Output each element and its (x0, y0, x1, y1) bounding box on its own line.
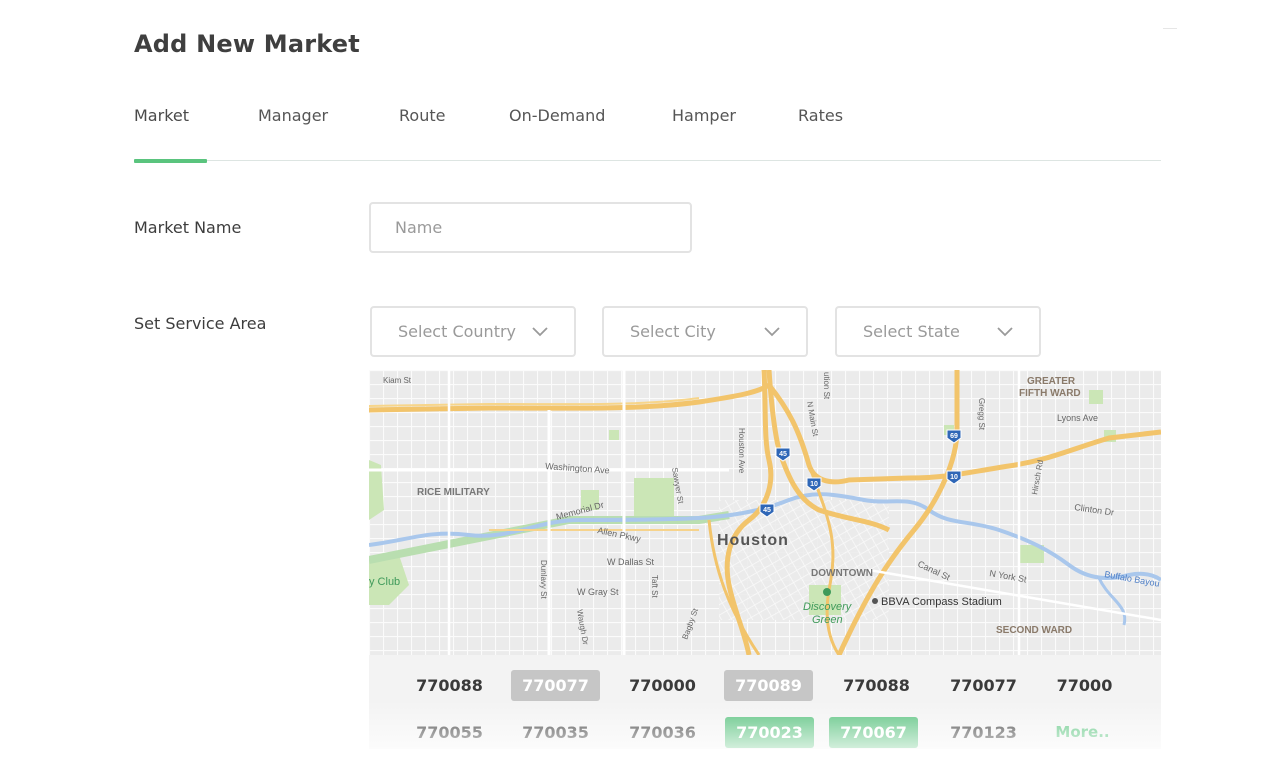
service-area-label: Set Service Area (134, 314, 267, 333)
tab-hamper[interactable]: Hamper (672, 106, 736, 125)
chevron-down-icon (764, 326, 780, 336)
map-label-downtown: DOWNTOWN (811, 568, 873, 579)
tab-on-demand[interactable]: On-Demand (509, 106, 605, 125)
map-label-dunlavy: Dunlavy St (539, 560, 548, 599)
tabs-divider (134, 160, 1161, 161)
zip-code-chip[interactable]: 770000 (618, 670, 707, 701)
map-label-club: y Club (369, 576, 400, 588)
zip-code-chip[interactable]: 77000 (1040, 670, 1129, 701)
map-canvas: 45 10 45 69 10 Houston RICE MILITARY DOW… (369, 370, 1161, 655)
tab-route[interactable]: Route (399, 106, 445, 125)
zip-code-chip[interactable]: 770077 (511, 670, 600, 701)
country-select[interactable]: Select Country (370, 306, 576, 357)
map-label-greater: GREATER (1027, 376, 1076, 387)
tab-rates[interactable]: Rates (798, 106, 843, 125)
zip-code-chip[interactable]: 770067 (829, 717, 918, 748)
market-name-input[interactable] (369, 202, 692, 253)
chevron-down-icon (997, 326, 1013, 336)
map-label-houston-ave: Houston Ave (737, 428, 746, 474)
map-label-fifth-ward: FIFTH WARD (1019, 388, 1081, 399)
city-select[interactable]: Select City (602, 306, 808, 357)
market-name-label: Market Name (134, 218, 242, 237)
map-shield-10a: 10 (810, 481, 818, 488)
country-select-value: Select Country (398, 322, 517, 341)
map-shield-69: 69 (950, 433, 958, 440)
map-label-lyons: Lyons Ave (1057, 413, 1098, 423)
map-shield-45a: 45 (779, 451, 787, 458)
map-label-second-ward: SECOND WARD (996, 625, 1072, 636)
map-label-discovery: Discovery (803, 601, 853, 613)
zip-code-chip[interactable]: 770088 (405, 670, 494, 701)
zip-code-chip[interactable]: 770089 (724, 670, 813, 701)
zip-code-chip[interactable]: 770036 (618, 717, 707, 748)
chevron-down-icon (532, 326, 548, 336)
more-zip-codes-link[interactable]: More.. (1038, 717, 1127, 748)
map-label-w-dallas: W Dallas St (607, 557, 655, 567)
map-shield-10b: 10 (950, 474, 958, 481)
zip-code-chip[interactable]: 770023 (725, 717, 814, 748)
map-label-kiam: Kiam St (383, 376, 412, 385)
map-label-w-gray: W Gray St (577, 587, 619, 597)
zip-code-chip[interactable]: 770123 (939, 717, 1028, 748)
zip-code-chip[interactable]: 770088 (832, 670, 921, 701)
top-divider (1163, 28, 1177, 29)
map-label-elysian: ution St (822, 372, 831, 400)
state-select[interactable]: Select State (835, 306, 1041, 357)
park-pin-icon (823, 588, 831, 596)
map-label-houston: Houston (717, 532, 789, 549)
state-select-value: Select State (863, 322, 960, 341)
tab-manager[interactable]: Manager (258, 106, 328, 125)
zip-code-chip[interactable]: 770077 (939, 670, 1028, 701)
tab-market[interactable]: Market (134, 106, 189, 125)
map-label-rice-military: RICE MILITARY (417, 487, 490, 498)
map-label-green: Green (812, 614, 843, 626)
map-label-stadium: BBVA Compass Stadium (881, 596, 1002, 608)
page-title: Add New Market (134, 30, 360, 58)
zip-code-panel: 770088 770077 770000 770089 770088 77007… (369, 655, 1161, 749)
map-label-taft: Taft St (650, 575, 659, 598)
active-tab-indicator (134, 159, 207, 163)
city-select-value: Select City (630, 322, 716, 341)
zip-code-chip[interactable]: 770055 (405, 717, 494, 748)
service-area-map[interactable]: 45 10 45 69 10 Houston RICE MILITARY DOW… (369, 370, 1161, 655)
zip-code-chip[interactable]: 770035 (511, 717, 600, 748)
map-label-gregg: Gregg St (977, 398, 986, 431)
map-shield-45b: 45 (763, 507, 771, 514)
stadium-pin-icon (872, 598, 878, 604)
